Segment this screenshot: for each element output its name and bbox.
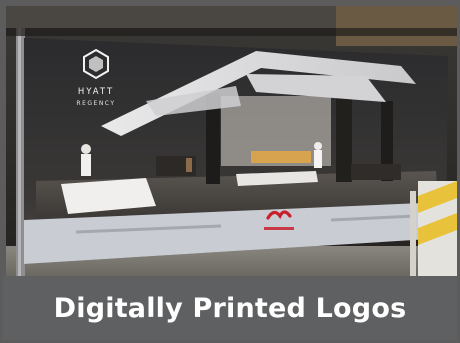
photo-card: HYATT REGENCY Digitally Printed Logos [0,0,460,343]
banner: HYATT REGENCY [24,38,448,264]
caption-title: Digitally Printed Logos [53,292,407,324]
caption-bar: Digitally Printed Logos [3,276,457,340]
brand-line1: HYATT [78,87,114,97]
construction-fence-banner-image: HYATT REGENCY [6,6,457,276]
banner-photo: HYATT REGENCY [6,6,457,276]
brand-line2: REGENCY [76,100,115,107]
